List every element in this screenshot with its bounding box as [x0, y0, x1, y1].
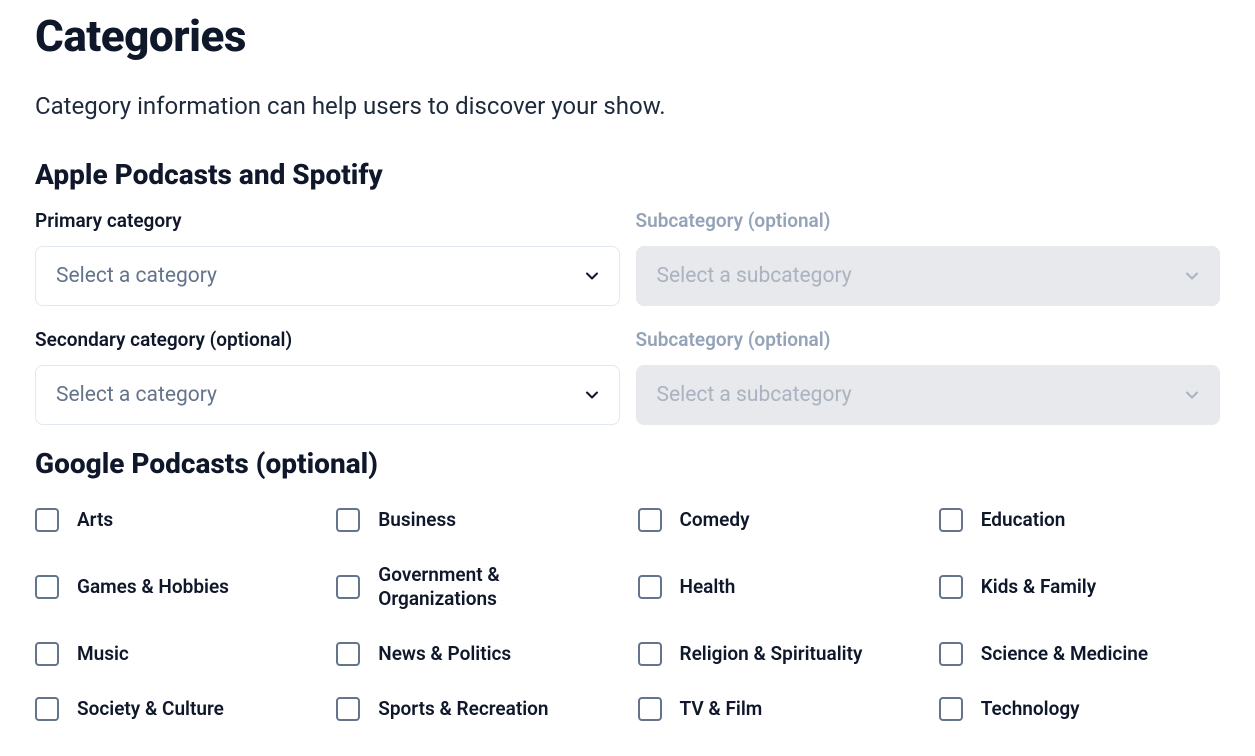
category-checkbox-label[interactable]: News & Politics [378, 642, 511, 667]
category-checkbox[interactable] [35, 575, 59, 599]
category-checkbox[interactable] [939, 508, 963, 532]
secondary-subcategory-label: Subcategory (optional) [636, 328, 1221, 351]
google-category-item: Arts [35, 508, 316, 533]
google-category-item: Science & Medicine [939, 642, 1220, 667]
google-podcasts-heading: Google Podcasts (optional) [35, 447, 1220, 480]
google-category-item: Religion & Spirituality [638, 642, 919, 667]
primary-category-select[interactable]: Select a category [35, 246, 620, 306]
google-category-item: Education [939, 508, 1220, 533]
category-checkbox[interactable] [35, 642, 59, 666]
category-checkbox[interactable] [638, 508, 662, 532]
apple-spotify-heading: Apple Podcasts and Spotify [35, 158, 1220, 191]
category-checkbox-label[interactable]: Business [378, 508, 456, 533]
apple-spotify-section: Apple Podcasts and Spotify Primary categ… [35, 158, 1220, 425]
google-category-item: TV & Film [638, 697, 919, 722]
google-category-item: Games & Hobbies [35, 563, 316, 612]
category-checkbox-label[interactable]: Music [77, 642, 129, 667]
google-category-item: Health [638, 563, 919, 612]
category-checkbox-label[interactable]: Arts [77, 508, 113, 533]
primary-subcategory-placeholder: Select a subcategory [657, 264, 852, 288]
google-category-item: Technology [939, 697, 1220, 722]
google-podcasts-section: Google Podcasts (optional) Arts Business C… [35, 447, 1220, 721]
secondary-category-placeholder: Select a category [56, 383, 217, 407]
google-category-item: Kids & Family [939, 563, 1220, 612]
category-checkbox[interactable] [336, 697, 360, 721]
category-checkbox[interactable] [638, 575, 662, 599]
category-checkbox[interactable] [939, 642, 963, 666]
category-checkbox-label[interactable]: Society & Culture [77, 697, 224, 722]
secondary-category-select[interactable]: Select a category [35, 365, 620, 425]
google-category-grid: Arts Business Comedy Education Games & Hobbi… [35, 508, 1220, 721]
page-title: Categories [35, 10, 1220, 62]
page-description: Category information can help users to d… [35, 92, 1220, 120]
category-checkbox-label[interactable]: TV & Film [680, 697, 763, 722]
google-category-item: Business [336, 508, 617, 533]
primary-subcategory-label: Subcategory (optional) [636, 209, 1221, 232]
category-checkbox-label[interactable]: Games & Hobbies [77, 575, 229, 600]
google-category-item: Government & Organizations [336, 563, 617, 612]
category-checkbox[interactable] [336, 508, 360, 532]
secondary-subcategory-select: Select a subcategory [636, 365, 1221, 425]
category-checkbox-label[interactable]: Technology [981, 697, 1080, 722]
category-checkbox[interactable] [939, 697, 963, 721]
category-checkbox-label[interactable]: Comedy [680, 508, 750, 533]
google-category-item: Comedy [638, 508, 919, 533]
primary-subcategory-select: Select a subcategory [636, 246, 1221, 306]
category-checkbox-label[interactable]: Health [680, 575, 736, 600]
category-checkbox[interactable] [35, 508, 59, 532]
category-checkbox-label[interactable]: Education [981, 508, 1066, 533]
primary-category-label: Primary category [35, 209, 620, 232]
category-checkbox-label[interactable]: Kids & Family [981, 575, 1096, 600]
category-checkbox-label[interactable]: Sports & Recreation [378, 697, 548, 722]
google-category-item: Music [35, 642, 316, 667]
google-category-item: News & Politics [336, 642, 617, 667]
category-checkbox[interactable] [638, 642, 662, 666]
category-checkbox[interactable] [638, 697, 662, 721]
google-category-item: Sports & Recreation [336, 697, 617, 722]
category-checkbox-label[interactable]: Science & Medicine [981, 642, 1148, 667]
category-checkbox[interactable] [336, 575, 360, 599]
category-checkbox[interactable] [939, 575, 963, 599]
secondary-category-label: Secondary category (optional) [35, 328, 620, 351]
primary-category-placeholder: Select a category [56, 264, 217, 288]
category-checkbox[interactable] [35, 697, 59, 721]
category-checkbox-label[interactable]: Religion & Spirituality [680, 642, 863, 667]
secondary-subcategory-placeholder: Select a subcategory [657, 383, 852, 407]
category-checkbox[interactable] [336, 642, 360, 666]
category-checkbox-label[interactable]: Government & Organizations [378, 563, 617, 612]
google-category-item: Society & Culture [35, 697, 316, 722]
